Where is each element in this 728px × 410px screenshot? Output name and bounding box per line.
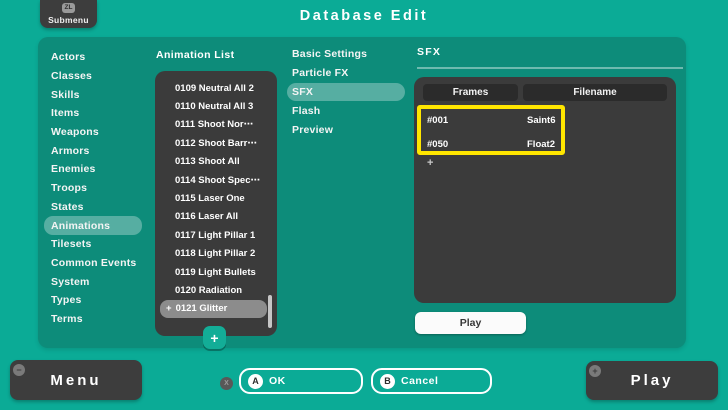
animation-list-item[interactable]: 0115 Laser One bbox=[155, 189, 277, 207]
animation-list-item[interactable]: 0118 Light Pillar 2 bbox=[155, 245, 277, 263]
ok-label: OK bbox=[269, 375, 286, 387]
animation-list-item[interactable]: 0109 Neutral All 2 bbox=[155, 79, 277, 97]
animation-list-title: Animation List bbox=[156, 49, 235, 61]
tab-basic-settings[interactable]: Basic Settings bbox=[287, 45, 405, 64]
animation-list-item[interactable]: 0120 Radiation bbox=[155, 281, 277, 299]
play-label: Play bbox=[630, 372, 674, 389]
play-button[interactable]: + Play bbox=[586, 361, 718, 400]
sfx-table-row[interactable]: #001 Saint6 bbox=[414, 108, 667, 132]
frames-column-header[interactable]: Frames bbox=[423, 84, 518, 101]
animation-list-item[interactable]: 0117 Light Pillar 1 bbox=[155, 226, 277, 244]
sidebar-item-terms[interactable]: Terms bbox=[44, 310, 142, 329]
animation-list-item[interactable]: 0112 Shoot Barr⋯ bbox=[155, 134, 277, 152]
sidebar-item-states[interactable]: States bbox=[44, 198, 142, 217]
animation-list-item[interactable]: 0110 Neutral All 3 bbox=[155, 97, 277, 115]
sidebar-item-enemies[interactable]: Enemies bbox=[44, 160, 142, 179]
sfx-section-title: SFX bbox=[417, 46, 442, 58]
animation-list-item[interactable]: 0116 Laser All bbox=[155, 208, 277, 226]
x-button-icon[interactable]: X bbox=[220, 377, 233, 390]
scrollbar[interactable] bbox=[268, 295, 272, 328]
sidebar-item-skills[interactable]: Skills bbox=[44, 85, 142, 104]
sidebar-item-classes[interactable]: Classes bbox=[44, 67, 142, 86]
b-button-icon: B bbox=[380, 373, 395, 389]
add-icon: + bbox=[427, 157, 434, 169]
selected-item-label: 0121 Glitter bbox=[175, 303, 228, 315]
tab-preview[interactable]: Preview bbox=[287, 120, 405, 139]
selected-item-prefix-icon: + bbox=[166, 303, 172, 315]
database-edit-screen: ZL Submenu Database Edit Actors Classes … bbox=[0, 0, 728, 410]
settings-menu: Basic Settings Particle FX SFX Flash Pre… bbox=[287, 45, 405, 139]
ok-button[interactable]: A OK bbox=[239, 368, 363, 394]
minus-button-icon: − bbox=[13, 364, 25, 376]
frame-cell: #001 bbox=[427, 114, 449, 126]
add-sfx-row-button[interactable]: + bbox=[427, 157, 433, 169]
animation-list-item[interactable]: 0111 Shoot Nor⋯ bbox=[155, 116, 277, 134]
cancel-button[interactable]: B Cancel bbox=[371, 368, 492, 394]
sfx-table-row[interactable]: #050 Float2 bbox=[414, 132, 667, 156]
sidebar-item-types[interactable]: Types bbox=[44, 291, 142, 310]
menu-button[interactable]: − Menu bbox=[10, 360, 142, 400]
cancel-label: Cancel bbox=[401, 375, 439, 387]
sfx-separator bbox=[417, 67, 683, 69]
category-sidebar: Actors Classes Skills Items Weapons Armo… bbox=[44, 48, 142, 328]
tab-sfx[interactable]: SFX bbox=[287, 82, 405, 102]
filename-cell: Float2 bbox=[527, 138, 555, 150]
sidebar-item-troops[interactable]: Troops bbox=[44, 179, 142, 198]
plus-button-icon: + bbox=[589, 365, 601, 377]
animation-list: 0109 Neutral All 2 0110 Neutral All 3 01… bbox=[155, 79, 277, 319]
sidebar-item-armors[interactable]: Armors bbox=[44, 141, 142, 160]
animation-list-panel: 0109 Neutral All 2 0110 Neutral All 3 01… bbox=[155, 71, 277, 336]
tab-particle-fx[interactable]: Particle FX bbox=[287, 64, 405, 83]
animation-list-item[interactable]: 0113 Shoot All bbox=[155, 153, 277, 171]
menu-label: Menu bbox=[50, 371, 102, 389]
sidebar-item-system[interactable]: System bbox=[44, 272, 142, 291]
sidebar-item-common-events[interactable]: Common Events bbox=[44, 254, 142, 273]
filename-column-header[interactable]: Filename bbox=[523, 84, 667, 101]
tab-flash[interactable]: Flash bbox=[287, 101, 405, 120]
sidebar-item-weapons[interactable]: Weapons bbox=[44, 123, 142, 142]
add-icon: + bbox=[210, 329, 219, 346]
sidebar-item-items[interactable]: Items bbox=[44, 104, 142, 123]
frame-cell: #050 bbox=[427, 138, 449, 150]
animation-list-item-selected[interactable]: + 0121 Glitter bbox=[160, 299, 267, 319]
sidebar-item-animations[interactable]: Animations bbox=[44, 216, 142, 235]
sidebar-item-actors[interactable]: Actors bbox=[44, 48, 142, 67]
animation-list-item[interactable]: 0119 Light Bullets bbox=[155, 263, 277, 281]
sidebar-item-tilesets[interactable]: Tilesets bbox=[44, 235, 142, 254]
add-animation-button[interactable]: + bbox=[203, 326, 226, 349]
filename-cell: Saint6 bbox=[527, 114, 556, 126]
a-button-icon: A bbox=[248, 373, 263, 389]
page-title: Database Edit bbox=[299, 8, 429, 24]
animation-list-item[interactable]: 0114 Shoot Spec⋯ bbox=[155, 171, 277, 189]
sfx-table-panel: Frames Filename #001 Saint6 #050 Float2 … bbox=[414, 77, 676, 303]
sfx-play-button[interactable]: Play bbox=[415, 312, 526, 334]
